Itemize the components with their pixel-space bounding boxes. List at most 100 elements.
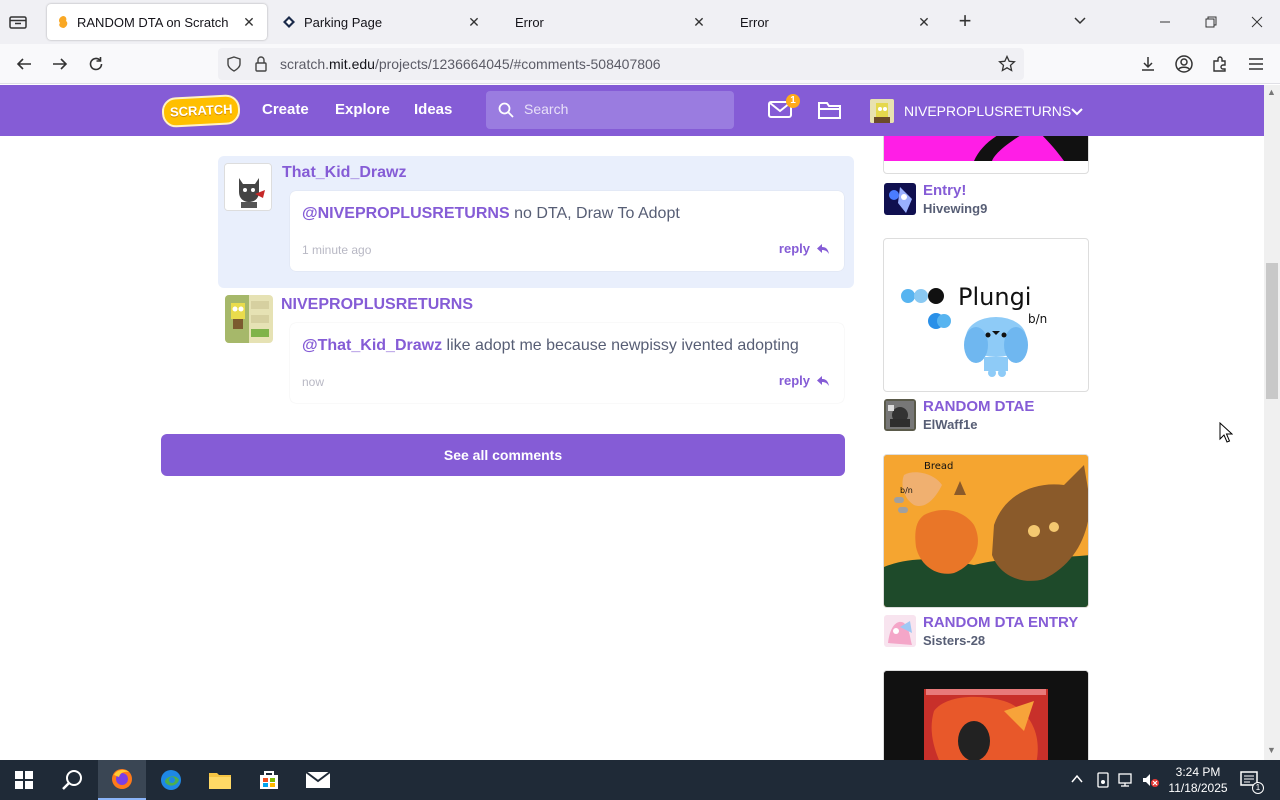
comment-mention[interactable]: @That_Kid_Drawz [302,337,442,354]
browser-nav-bar: scratch.mit.edu/projects/1236664045/#com… [0,44,1280,84]
back-arrow-icon[interactable] [10,50,38,78]
project-title[interactable]: Entry! [923,182,966,199]
project-title[interactable]: RANDOM DTAE [923,398,1034,415]
reply-button[interactable]: reply [779,373,830,388]
firefox-icon[interactable] [98,760,146,800]
forward-arrow-icon[interactable] [46,50,74,78]
project-thumbnail-art-label: Bread [924,461,953,472]
tab-error-2[interactable]: Error ✕ [722,4,942,40]
project-thumbnail[interactable]: Plungi b/n [883,238,1089,392]
tab-random-dta[interactable]: RANDOM DTA on Scratch ✕ [47,4,267,40]
my-stuff-folder-icon[interactable] [818,100,842,125]
url-text[interactable]: scratch.mit.edu/projects/1236664045/#com… [280,56,661,72]
extensions-icon[interactable] [1206,50,1234,78]
minimize-icon[interactable] [1150,8,1180,36]
tab-title: Error [515,14,544,30]
account-icon[interactable] [1170,50,1198,78]
project-thumbnail-art-sublabel: b/n [1028,312,1047,326]
project-thumbnail[interactable]: Bread b/n [883,454,1089,608]
search-input[interactable]: Search [486,91,734,129]
comment-mention[interactable]: @NIVEPROPLUSRETURNS [302,205,510,222]
window-close-icon[interactable] [1242,8,1272,36]
account-username[interactable]: NIVEPROPLUSRETURNS [904,103,1071,119]
network-icon[interactable] [1118,772,1136,793]
tab-parking-page[interactable]: Parking Page ✕ [272,4,492,40]
project-thumbnail[interactable] [883,670,1089,760]
account-dropdown-chevron-icon[interactable] [1070,105,1084,123]
project-author[interactable]: Sisters-28 [923,633,985,648]
volume-muted-icon[interactable] [1142,772,1160,793]
clock-date: 11/18/2025 [1168,781,1228,795]
tab-title: Error [740,14,769,30]
project-thumbnail-art-label: Plungi [958,283,1031,311]
project-author-avatar[interactable] [884,183,916,215]
project-author[interactable]: Hivewing9 [923,201,987,216]
comment-username[interactable]: That_Kid_Drawz [282,164,406,182]
project-author[interactable]: ElWaff1e [923,417,977,432]
project-page-content: That_Kid_Drawz @NIVEPROPLUSRETURNS no DT… [0,136,1264,760]
message-count-badge: 1 [786,94,800,108]
bookmark-star-icon[interactable] [998,54,1016,78]
windows-start-icon[interactable] [0,760,48,800]
reply-arrow-icon [817,243,829,254]
see-all-comments-button[interactable]: See all comments [161,434,845,476]
reply-button[interactable]: reply [779,241,830,256]
file-explorer-folder-icon[interactable] [196,760,244,800]
search-icon[interactable] [48,760,96,800]
restore-icon[interactable] [1196,8,1226,36]
reload-icon[interactable] [82,50,110,78]
nav-create[interactable]: Create [262,101,309,118]
windows-taskbar: 3:24 PM 11/18/2025 1 [0,760,1280,800]
close-icon[interactable]: ✕ [466,14,482,30]
new-tab-plus-icon[interactable]: + [954,10,976,32]
url-bar[interactable]: scratch.mit.edu/projects/1236664045/#com… [218,48,1024,80]
comment-bubble: @NIVEPROPLUSRETURNS no DTA, Draw To Adop… [290,191,844,271]
scratch-favicon-icon [59,16,68,28]
comment-username[interactable]: NIVEPROPLUSRETURNS [281,296,473,314]
project-thumbnail-art-sublabel: b/n [900,486,913,495]
close-icon[interactable]: ✕ [916,14,932,30]
downloads-icon[interactable] [1134,50,1162,78]
comment-time: now [302,375,325,389]
notification-count-badge: 1 [1252,782,1264,794]
mail-icon[interactable] [294,760,342,800]
reply-arrow-icon [817,375,829,386]
nav-ideas[interactable]: Ideas [414,101,452,118]
project-author-avatar[interactable] [884,615,916,647]
show-hidden-icons-chevron-icon[interactable] [1070,772,1084,791]
tab-error-1[interactable]: Error ✕ [497,4,717,40]
close-icon[interactable]: ✕ [241,14,257,30]
edge-icon[interactable] [147,760,195,800]
scroll-down-arrow-icon[interactable]: ▼ [1267,745,1276,755]
comment-bubble: @That_Kid_Drawz like adopt me because ne… [290,323,844,403]
clock-time: 3:24 PM [1175,765,1221,779]
comment-time: 1 minute ago [302,243,372,257]
page-scrollbar[interactable]: ▲ ▼ [1264,85,1280,760]
project-thumbnail[interactable] [883,136,1089,174]
diamond-favicon-icon [283,16,295,28]
tab-list-icon[interactable] [8,12,30,32]
comment-avatar[interactable] [225,295,273,343]
search-placeholder: Search [524,101,569,117]
device-icon[interactable] [1096,772,1110,793]
tracking-shield-icon[interactable] [226,56,242,77]
menu-hamburger-icon[interactable] [1242,50,1270,78]
search-icon [498,102,514,123]
tab-title: RANDOM DTA on Scratch [77,14,229,30]
scrollbar-thumb[interactable] [1266,263,1278,399]
scratch-logo[interactable]: SCRATCH [161,93,241,129]
project-author-avatar[interactable] [884,399,916,431]
close-icon[interactable]: ✕ [691,14,707,30]
scroll-up-arrow-icon[interactable]: ▲ [1267,87,1276,97]
comment-avatar[interactable] [224,163,272,211]
tab-overflow-chevron-icon[interactable] [1072,12,1088,33]
nav-explore[interactable]: Explore [335,101,390,118]
project-title[interactable]: RANDOM DTA ENTRY [923,614,1078,631]
lock-icon[interactable] [254,55,268,78]
taskbar-clock[interactable]: 3:24 PM 11/18/2025 [1160,764,1236,796]
avatar[interactable] [870,99,894,123]
mouse-cursor-icon [1219,421,1234,449]
microsoft-store-icon[interactable] [245,760,293,800]
scratch-logo-text: SCRATCH [169,101,233,120]
comment-text: @That_Kid_Drawz like adopt me because ne… [302,337,799,354]
